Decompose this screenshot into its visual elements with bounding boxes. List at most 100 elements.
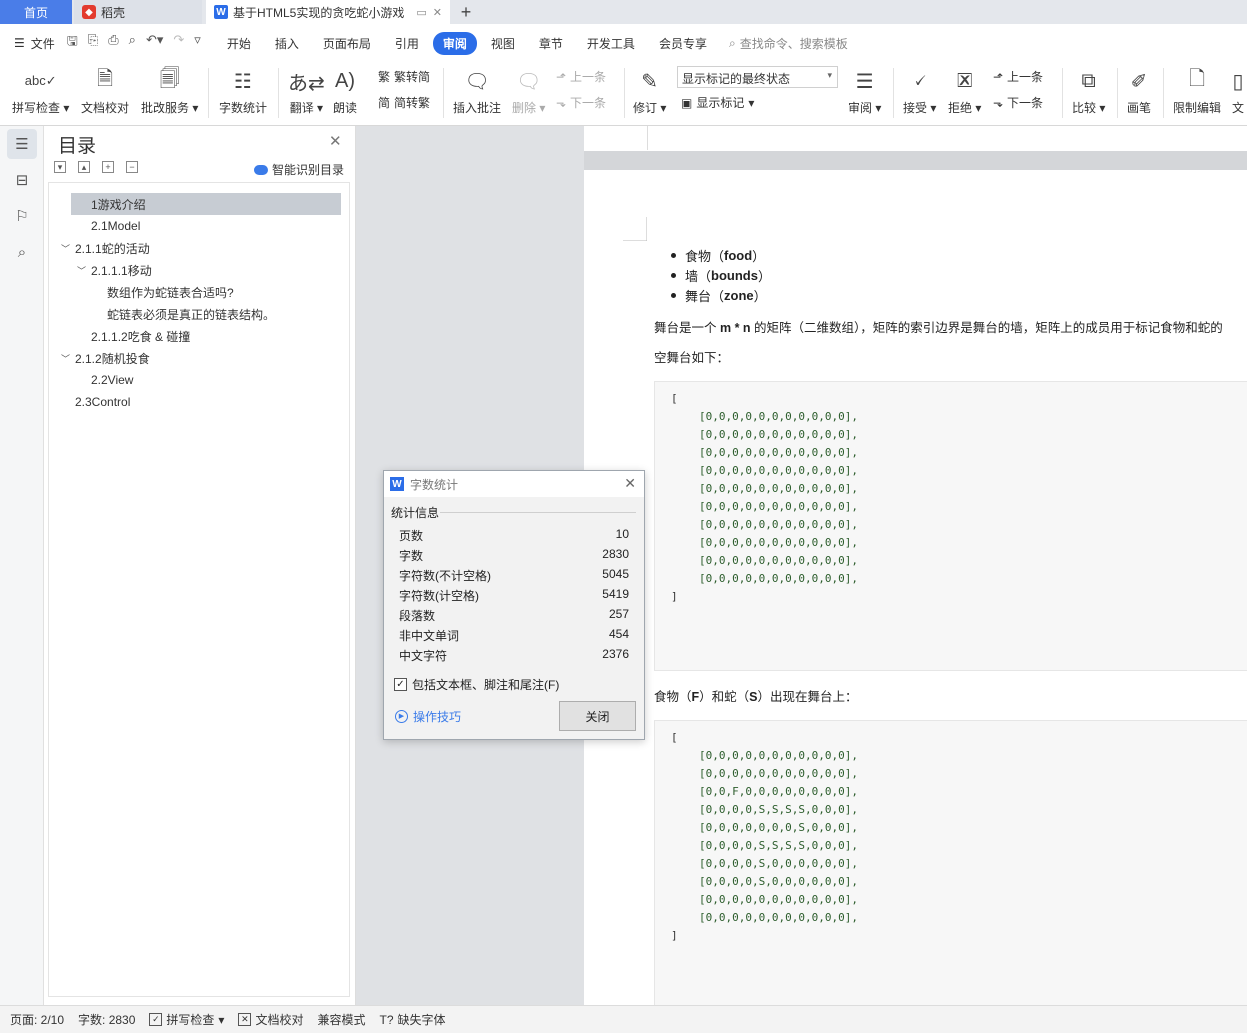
print-icon[interactable]: ⎙ [108, 32, 118, 54]
trad-to-simp-button[interactable]: 繁繁转简 [378, 68, 430, 85]
include-textbox-checkbox[interactable]: ✓ 包括文本框、脚注和尾注(F) [394, 676, 559, 693]
expand-all-icon[interactable]: ▴ [78, 161, 90, 173]
reject-button[interactable]: 🗷 拒绝 ▾ [948, 66, 981, 116]
toc-item[interactable]: 2.3Control [75, 391, 130, 413]
next-comment-button[interactable]: ⬎ 下一条 [556, 94, 606, 111]
next-change-button[interactable]: ⬎ 下一条 [993, 94, 1043, 111]
menu-tab-section[interactable]: 章节 [529, 32, 573, 55]
tips-link[interactable]: ▶ 操作技巧 [395, 708, 461, 725]
toc-item[interactable]: ﹀ 2.1.2随机投食 [61, 347, 150, 369]
toc-item[interactable]: 2.1Model [91, 215, 140, 237]
toc-item[interactable]: 2.2View [91, 369, 133, 391]
tab-close-icon[interactable]: ✕ [433, 6, 442, 19]
checkbox-checked-icon: ✓ [149, 1013, 163, 1026]
tab-daoke[interactable]: ◆ 稻壳 [74, 0, 202, 24]
spell-check-status[interactable]: ✓ 拼写检查 ▾ [149, 1011, 224, 1028]
stat-row: 页数 10 [399, 527, 629, 543]
command-search[interactable]: ⌕ 查找命令、搜索模板 [729, 35, 848, 52]
add-heading-icon[interactable]: + [102, 161, 114, 173]
tab-document[interactable]: W 基于HTML5实现的贪吃蛇小游戏 ▭ ✕ [206, 0, 450, 24]
chevron-down-icon[interactable]: ﹀ [61, 352, 73, 365]
menu-tab-developer[interactable]: 开发工具 [577, 32, 645, 55]
simp-to-trad-button[interactable]: 简简转繁 [378, 94, 430, 111]
code-block-empty-stage: [ [0,0,0,0,0,0,0,0,0,0,0], [0,0,0,0,0,0,… [654, 381, 1247, 671]
new-tab-button[interactable]: + [450, 0, 482, 24]
stat-row: 字符数(计空格) 5419 [399, 587, 629, 603]
tab-home[interactable]: 首页 [0, 0, 72, 24]
find-panel-button[interactable]: ⌕ [7, 237, 37, 267]
file-menu-button[interactable]: ☰ 文件 [14, 35, 55, 52]
menu-tab-references[interactable]: 引用 [385, 32, 429, 55]
redo-icon[interactable]: ↷ [173, 32, 184, 54]
menu-tab-insert[interactable]: 插入 [265, 32, 309, 55]
track-changes-button[interactable]: ✎ 修订 ▾ [633, 66, 666, 116]
smart-toc-button[interactable]: 智能识别目录 [254, 161, 344, 178]
prev-comment-button[interactable]: ⬏ 上一条 [556, 68, 606, 85]
word-count-indicator[interactable]: 字数: 2830 [78, 1011, 135, 1028]
stat-row: 中文字符 2376 [399, 647, 629, 663]
customize-chevron-icon[interactable]: ▿ [194, 32, 201, 54]
simp-trad-icon: 简 [378, 96, 391, 110]
toc-item[interactable]: 蛇链表必须是真正的链表结构。 [107, 303, 275, 325]
translate-button[interactable]: あ⇄ 翻译 ▾ [288, 66, 325, 116]
next-comment-icon: ⬎ [556, 95, 567, 110]
word-count-button[interactable]: ☷ 字数统计 [219, 66, 267, 116]
accept-button[interactable]: 🗸 接受 ▾ [903, 66, 936, 116]
bookmark-icon: ⚐ [15, 208, 29, 225]
chevron-down-icon[interactable]: ﹀ [61, 242, 73, 255]
toc-close-icon[interactable]: ✕ [329, 132, 342, 150]
revise-service-icon: 🗐 [159, 68, 180, 90]
markup-state-select[interactable]: 显示标记的最终状态 ▾ [677, 66, 838, 88]
revise-service-button[interactable]: 🗐 批改服务 ▾ [141, 66, 198, 116]
show-markup-button[interactable]: ▣ 显示标记 ▾ [681, 94, 754, 111]
paragraph: 食物（F）和蛇（S）出现在舞台上： [654, 690, 858, 704]
chevron-down-icon[interactable]: ﹀ [77, 264, 89, 277]
page-current[interactable]: 食物（ food） 墙（ bounds） 舞台（ zone） 舞台是一个 m * n … [584, 170, 1247, 1005]
dialog-title-bar[interactable]: W 字数统计 [384, 471, 644, 497]
undo-icon[interactable]: ↶▾ [146, 32, 163, 54]
prev-change-button[interactable]: ⬏ 上一条 [993, 68, 1043, 85]
toc-item[interactable]: ﹀ 2.1.1.1移动 [77, 259, 152, 281]
reject-icon: 🗷 [957, 69, 973, 92]
accept-icon: 🗸 [912, 69, 927, 92]
word-count-dialog: W 字数统计 ✕ 统计信息 页数 10 字数 2830 字符数(不计空格) 5045 … [383, 470, 645, 740]
monitor-icon[interactable]: ▭ [416, 6, 426, 19]
delete-comment-button[interactable]: 🗨 删除 ▾ [512, 66, 545, 116]
menu-tab-view[interactable]: 视图 [481, 32, 525, 55]
dialog-close-icon[interactable]: ✕ [624, 475, 636, 492]
toc-item[interactable]: 2.1.1.2吃食 & 碰撞 [91, 325, 190, 347]
daoke-logo-icon: ◆ [82, 5, 96, 19]
document-proof-status[interactable]: ✕ 文档校对 [238, 1011, 303, 1028]
search-icon: ⌕ [17, 243, 27, 261]
page-indicator[interactable]: 页面: 2/10 [10, 1011, 64, 1028]
bookmark-panel-button[interactable]: ⚐ [7, 201, 37, 231]
remove-heading-icon[interactable]: − [126, 161, 138, 173]
toc-item[interactable]: 1游戏介绍 [71, 193, 341, 215]
menu-tab-start[interactable]: 开始 [217, 32, 261, 55]
menu-tab-review[interactable]: 审阅 [432, 31, 477, 55]
pen-button[interactable]: ✐ 画笔 [1127, 66, 1151, 116]
missing-font-status[interactable]: T? 缺失字体 [379, 1011, 445, 1028]
close-button[interactable]: 关闭 [559, 701, 636, 731]
chapter-panel-button[interactable]: ⊟ [7, 165, 37, 195]
spell-check-button[interactable]: abc✓ 拼写检查 ▾ [12, 66, 69, 116]
toc-panel-button[interactable]: ☰ [7, 129, 37, 159]
show-markup-icon: ▣ [681, 95, 693, 110]
toc-item[interactable]: 数组作为蛇链表合适吗? [107, 281, 234, 303]
collapse-all-icon[interactable]: ▾ [54, 161, 66, 173]
menu-tab-member[interactable]: 会员专享 [649, 32, 717, 55]
insert-comment-button[interactable]: 🗨 插入批注 [453, 66, 501, 116]
restrict-edit-button[interactable]: 🗋 限制编辑 [1173, 66, 1221, 116]
paragraph: 舞台是一个 m * n 的矩阵（二维数组），矩阵的索引边界是舞台的墙，矩阵上的成… [654, 321, 1223, 335]
document-proof-button[interactable]: 🗎 文档校对 [81, 66, 129, 116]
read-aloud-button[interactable]: A) 朗读 [333, 66, 357, 116]
compare-button[interactable]: ⧉ 比较 ▾ [1072, 66, 1105, 116]
document-protect-button[interactable]: ▯ 文 [1232, 66, 1244, 116]
restrict-edit-icon: 🗋 [1188, 68, 1206, 90]
review-pane-button[interactable]: ☰ 审阅 ▾ [848, 66, 881, 116]
toc-item[interactable]: ﹀ 2.1.1蛇的活动 [61, 237, 150, 259]
print-preview-icon[interactable]: ⌕ [129, 32, 136, 54]
menu-tab-layout[interactable]: 页面布局 [313, 32, 381, 55]
save-icon[interactable]: 🖫 [67, 32, 78, 54]
export-pdf-icon[interactable]: ⎘ [88, 32, 98, 54]
